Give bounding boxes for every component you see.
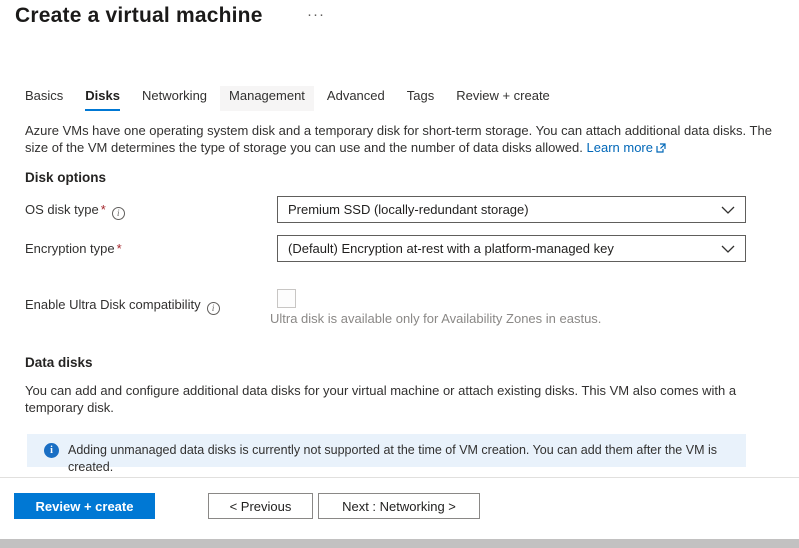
wizard-tabs: Basics Disks Networking Management Advan… xyxy=(25,86,572,111)
encryption-type-label: Encryption type* xyxy=(25,241,122,256)
encryption-type-dropdown[interactable]: (Default) Encryption at-rest with a plat… xyxy=(277,235,746,262)
tab-basics[interactable]: Basics xyxy=(25,86,63,111)
tab-advanced[interactable]: Advanced xyxy=(327,86,385,111)
learn-more-link[interactable]: Learn more xyxy=(587,140,666,155)
tab-networking[interactable]: Networking xyxy=(142,86,207,111)
tab-disks[interactable]: Disks xyxy=(85,86,120,111)
encryption-type-label-text: Encryption type xyxy=(25,241,115,256)
disks-intro-text: Azure VMs have one operating system disk… xyxy=(25,122,777,156)
tab-tags[interactable]: Tags xyxy=(407,86,434,111)
next-networking-button[interactable]: Next : Networking > xyxy=(318,493,480,519)
tab-review-create[interactable]: Review + create xyxy=(456,86,550,111)
ultra-disk-label: Enable Ultra Disk compatibility i xyxy=(25,297,220,315)
data-disks-description: You can add and configure additional dat… xyxy=(25,382,785,416)
page-title: Create a virtual machine xyxy=(15,4,263,28)
chevron-down-icon xyxy=(721,206,735,214)
required-asterisk: * xyxy=(101,202,106,217)
wizard-footer: Review + create < Previous Next : Networ… xyxy=(0,477,799,539)
encryption-type-value: (Default) Encryption at-rest with a plat… xyxy=(288,241,713,256)
os-disk-type-dropdown[interactable]: Premium SSD (locally-redundant storage) xyxy=(277,196,746,223)
create-vm-page: Create a virtual machine ··· Basics Disk… xyxy=(0,0,799,548)
disk-options-heading: Disk options xyxy=(25,170,106,185)
ultra-disk-hint: Ultra disk is available only for Availab… xyxy=(270,311,601,326)
ultra-disk-checkbox[interactable] xyxy=(277,289,296,308)
info-icon[interactable]: i xyxy=(112,207,125,220)
info-banner-icon: i xyxy=(44,443,59,458)
required-asterisk: * xyxy=(117,241,122,256)
ultra-disk-label-text: Enable Ultra Disk compatibility xyxy=(25,297,201,312)
tab-management[interactable]: Management xyxy=(220,86,314,111)
info-banner: i Adding unmanaged data disks is current… xyxy=(27,434,746,467)
data-disks-heading: Data disks xyxy=(25,355,93,370)
taskbar-strip xyxy=(0,539,799,548)
more-actions-button[interactable]: ··· xyxy=(307,6,325,23)
info-banner-text: Adding unmanaged data disks is currently… xyxy=(68,442,728,475)
external-link-icon xyxy=(656,143,666,153)
review-create-button[interactable]: Review + create xyxy=(14,493,155,519)
os-disk-type-label: OS disk type* i xyxy=(25,202,125,220)
os-disk-type-value: Premium SSD (locally-redundant storage) xyxy=(288,202,713,217)
info-icon[interactable]: i xyxy=(207,302,220,315)
chevron-down-icon xyxy=(721,245,735,253)
os-disk-type-label-text: OS disk type xyxy=(25,202,99,217)
learn-more-label: Learn more xyxy=(587,140,653,155)
previous-button[interactable]: < Previous xyxy=(208,493,313,519)
